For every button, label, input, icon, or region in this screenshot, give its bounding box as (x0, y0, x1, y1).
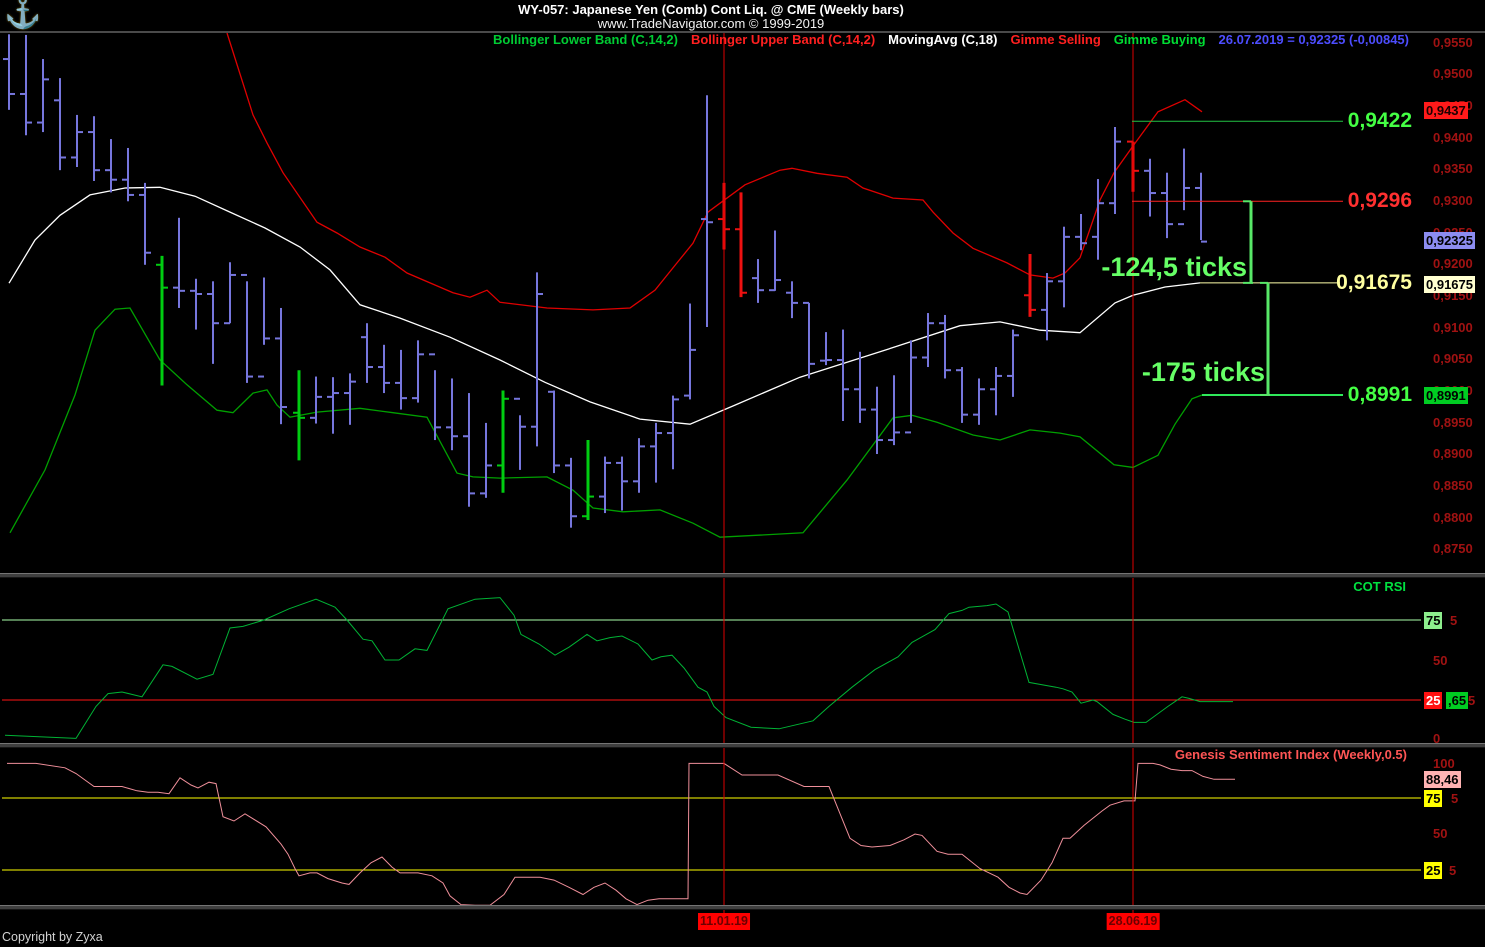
panel-divider-1[interactable] (0, 573, 1485, 578)
panel-divider-2[interactable] (0, 743, 1485, 748)
panel-divider-3[interactable] (0, 905, 1485, 910)
header-divider (0, 31, 1485, 33)
price-chart-canvas (2, 32, 1421, 913)
chart-window: ⚓ WY-057: Japanese Yen (Comb) Cont Liq. … (0, 0, 1485, 947)
chart-surface[interactable] (0, 0, 1485, 947)
